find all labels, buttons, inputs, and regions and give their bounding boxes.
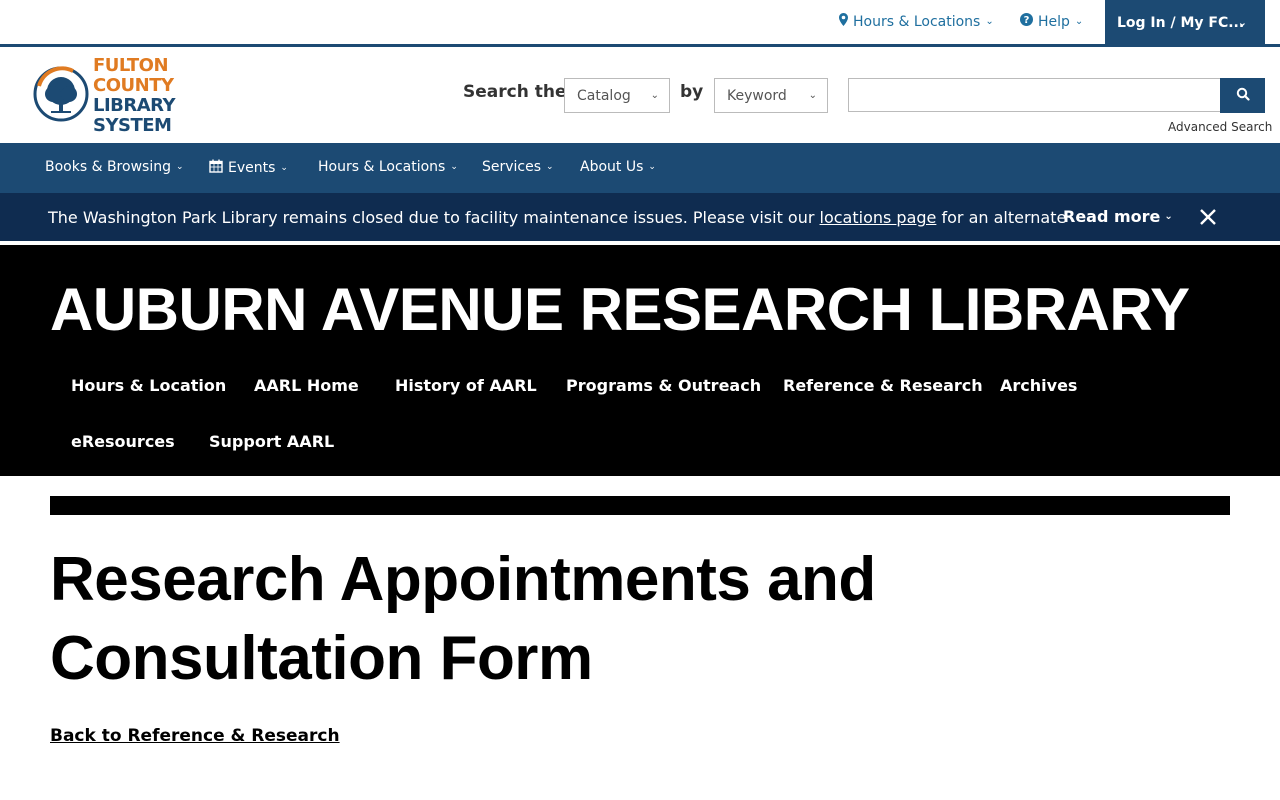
search-button[interactable] [1220,78,1265,113]
branch-title: AUBURN AVENUE RESEARCH LIBRARY [50,276,1190,343]
nav-item-events[interactable]: Events ⌄ [209,159,288,177]
chevron-down-icon: ⌄ [280,163,288,173]
search-icon [1236,86,1250,105]
advanced-search-link[interactable]: Advanced Search [1168,120,1272,134]
search-type-select[interactable]: Keyword ⌄ [714,78,828,113]
alert-text-after: for an alternate [936,208,1067,227]
logo-line2: LIBRARY SYSTEM [93,95,176,136]
logo-text: FULTON COUNTY LIBRARY SYSTEM [93,56,248,136]
utility-bar: Hours & Locations ⌄ ? Help ⌄ Log In / My… [0,0,1280,45]
svg-text:?: ? [1024,15,1030,26]
search-label: Search the [463,82,567,102]
chevron-down-icon: ⌄ [808,90,817,101]
chevron-down-icon: ⌄ [1237,16,1247,29]
subnav-reference-research[interactable]: Reference & Research [783,376,983,395]
site-logo[interactable]: FULTON COUNTY LIBRARY SYSTEM [33,56,248,136]
hours-locations-label: Hours & Locations [853,13,981,30]
nav-item-hours-locations[interactable]: Hours & Locations ⌄ [318,159,458,175]
back-link[interactable]: Back to Reference & Research [50,726,340,746]
tree-logo-icon [33,66,89,126]
search-scope-value: Catalog [577,87,631,104]
utility-divider [0,44,1280,47]
nav-item-books-browsing[interactable]: Books & Browsing ⌄ [45,159,184,175]
chevron-down-icon: ⌄ [650,90,659,101]
subnav-archives[interactable]: Archives [1000,376,1077,395]
nav-item-services[interactable]: Services ⌄ [482,159,554,175]
section-divider [50,496,1230,515]
search-input[interactable] [848,78,1221,112]
alert-text-before: The Washington Park Library remains clos… [48,208,820,227]
chevron-down-icon: ⌄ [648,162,656,172]
alert-banner: The Washington Park Library remains clos… [0,193,1280,241]
chevron-down-icon: ⌄ [1164,211,1173,222]
login-button[interactable]: Log In / My FC... ⌄ [1105,0,1265,45]
nav-item-label: Services [482,159,542,175]
help-link[interactable]: ? Help ⌄ [1020,13,1083,30]
chevron-down-icon: ⌄ [985,16,994,27]
search-scope-select[interactable]: Catalog ⌄ [564,78,670,113]
nav-item-label: Hours & Locations [318,159,446,175]
main-nav: Books & Browsing ⌄ Events ⌄ Hours & Loca… [0,143,1280,193]
nav-item-label: About Us [580,159,644,175]
locations-page-link[interactable]: locations page [820,208,937,227]
page-title: Research Appointments and Consultation F… [50,545,876,693]
subnav-history-aarl[interactable]: History of AARL [395,376,537,395]
subnav-support-aarl[interactable]: Support AARL [209,432,334,451]
nav-item-label: Events [228,160,276,176]
help-label: Help [1038,13,1070,30]
chevron-down-icon: ⌄ [1074,16,1084,27]
nav-item-label: Books & Browsing [45,159,171,175]
map-marker-icon [839,13,848,30]
close-icon[interactable] [1198,207,1218,227]
calendar-icon [209,159,223,177]
login-label: Log In / My FC... [1117,14,1245,31]
by-label: by [680,82,704,102]
subnav-hours-location[interactable]: Hours & Location [71,376,226,395]
chevron-down-icon: ⌄ [175,162,184,172]
branch-banner: AUBURN AVENUE RESEARCH LIBRARY Hours & L… [0,245,1280,476]
question-circle-icon: ? [1020,13,1033,30]
subnav-programs-outreach[interactable]: Programs & Outreach [566,376,761,395]
alert-message: The Washington Park Library remains clos… [48,208,1066,227]
hours-locations-link[interactable]: Hours & Locations ⌄ [839,13,994,30]
subnav-aarl-home[interactable]: AARL Home [254,376,359,395]
search-type-value: Keyword [727,87,787,104]
read-more-label: Read more [1063,207,1161,226]
chevron-down-icon: ⌄ [450,162,458,172]
subnav-eresources[interactable]: eResources [71,432,175,451]
logo-line1: FULTON COUNTY [93,55,174,96]
nav-item-about-us[interactable]: About Us ⌄ [580,159,656,175]
read-more-button[interactable]: Read more ⌄ [1063,207,1173,226]
chevron-down-icon: ⌄ [546,162,554,172]
